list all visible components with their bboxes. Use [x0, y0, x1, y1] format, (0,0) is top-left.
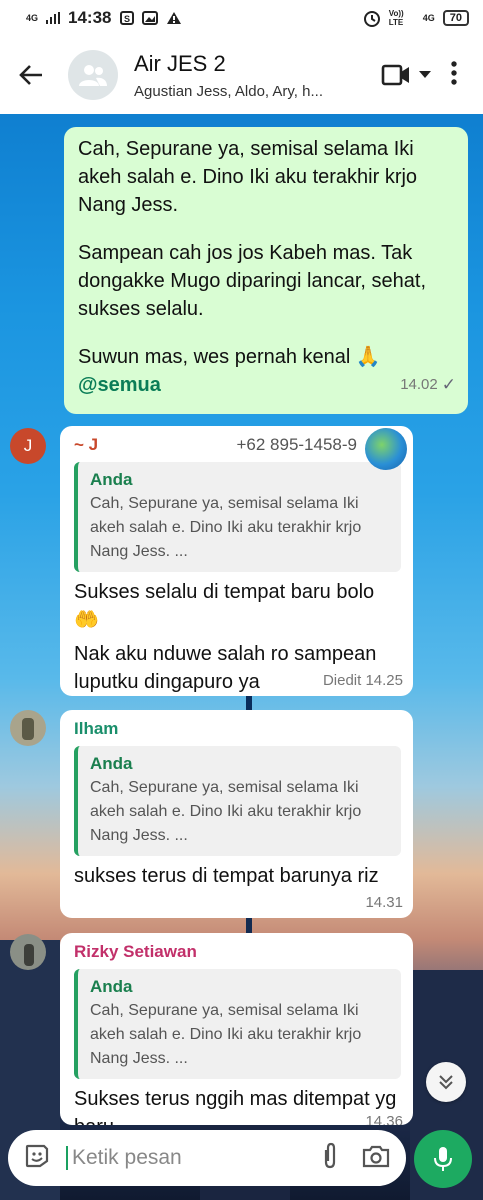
quoted-message[interactable]: Anda Cah, Sepurane ya, semisal selama Ik… [74, 969, 401, 1079]
more-options-button[interactable] [445, 57, 463, 94]
group-avatar[interactable] [68, 50, 118, 100]
network-type: 4G [26, 12, 39, 23]
back-button[interactable] [0, 36, 62, 114]
chat-header: Air JES 2 Agustian Jess, Aldo, Ary, h... [0, 36, 483, 114]
image-icon [141, 11, 158, 25]
message-input[interactable]: Ketik pesan [66, 1146, 320, 1170]
quote-text: Cah, Sepurane ya, semisal selama Iki ake… [90, 495, 362, 560]
scroll-to-bottom-button[interactable] [426, 1062, 466, 1102]
sender-name[interactable]: Rizky Setiawan [74, 941, 401, 963]
message-text: sukses terus di tempat barunya riz [74, 865, 379, 887]
sender-name[interactable]: Ilham [74, 718, 401, 740]
alarm-icon [363, 11, 380, 27]
sender-name[interactable]: ~ J [74, 434, 98, 456]
message-time: 14.02 [400, 376, 438, 393]
mention-tag[interactable]: @semua [78, 371, 161, 399]
more-vertical-icon [451, 60, 457, 85]
paperclip-icon [324, 1142, 336, 1168]
quoted-message[interactable]: Anda Cah, Sepurane ya, semisal selama Ik… [74, 746, 401, 856]
message-text: Sukses terus nggih mas ditempat yg baru [74, 1088, 397, 1125]
sent-check-icon: ✓ [441, 375, 456, 394]
group-icon [79, 65, 107, 86]
incoming-message[interactable]: Ilham Anda Cah, Sepurane ya, semisal sel… [60, 710, 413, 918]
status-bar: 4G 14:38 S Vo)) LTE 4G 70 [0, 0, 483, 36]
quote-author: Anda [90, 977, 133, 996]
message-time: 14.31 [365, 894, 403, 911]
avatar[interactable]: J [10, 428, 46, 464]
chat-info[interactable]: Air JES 2 Agustian Jess, Aldo, Ary, h... [134, 51, 344, 100]
message-line: Sampean cah jos jos Kabeh mas. Tak donga… [78, 242, 427, 320]
network-type-2: 4G [422, 13, 435, 23]
message-time: Diedit 14.25 [322, 672, 403, 689]
arrow-left-icon [19, 65, 42, 85]
incoming-message[interactable]: Rizky Setiawan Anda Cah, Sepurane ya, se… [60, 933, 413, 1125]
microphone-icon [434, 1147, 452, 1171]
svg-text:S: S [123, 14, 129, 24]
quote-text: Cah, Sepurane ya, semisal selama Iki ake… [90, 1002, 362, 1067]
camera-icon [362, 1145, 390, 1167]
camera-button[interactable] [362, 1144, 390, 1173]
warning-icon [166, 12, 181, 24]
chat-members: Agustian Jess, Aldo, Ary, h... [134, 82, 323, 100]
video-call-button[interactable] [381, 64, 431, 86]
attach-button[interactable] [320, 1142, 340, 1175]
message-line: Suwun mas, wes pernah kenal 🙏 [78, 346, 381, 368]
quote-author: Anda [90, 470, 133, 489]
voice-message-button[interactable] [414, 1130, 472, 1188]
avatar[interactable] [10, 710, 46, 746]
video-camera-icon [381, 64, 409, 86]
double-chevron-down-icon [439, 1075, 453, 1090]
globe-emoji-icon [365, 428, 407, 470]
incoming-message[interactable]: ~ J +62 895-1458-9 Anda Cah, Sepurane ya… [60, 426, 413, 696]
quoted-message[interactable]: Anda Cah, Sepurane ya, semisal selama Ik… [74, 462, 401, 572]
chat-title: Air JES 2 [134, 50, 226, 76]
sticker-icon [25, 1144, 49, 1167]
notification-s-icon: S [119, 11, 134, 25]
quote-text: Cah, Sepurane ya, semisal selama Iki ake… [90, 779, 362, 844]
avatar[interactable] [10, 934, 46, 970]
emoji-button[interactable] [24, 1143, 50, 1174]
quote-author: Anda [90, 754, 133, 773]
message-input-bar: Ketik pesan [8, 1130, 406, 1186]
outgoing-message[interactable]: Cah, Sepurane ya, semisal selama Iki ake… [64, 127, 468, 414]
message-line: Cah, Sepurane ya, semisal selama Iki ake… [78, 138, 418, 216]
lte-label: Vo)) LTE [388, 9, 404, 27]
avatar-letter: J [23, 436, 33, 455]
hands-emoji-icon: 🤲 [74, 609, 99, 631]
signal-icon [46, 12, 61, 24]
battery-indicator: 70 [442, 10, 469, 26]
message-time: 14.36 [365, 1113, 403, 1125]
clock: 14:38 [68, 8, 112, 27]
message-text: Sukses selalu di tempat baru bolo [74, 581, 375, 603]
sender-phone: +62 895-1458-9 [236, 435, 357, 454]
chevron-down-icon [419, 71, 431, 78]
